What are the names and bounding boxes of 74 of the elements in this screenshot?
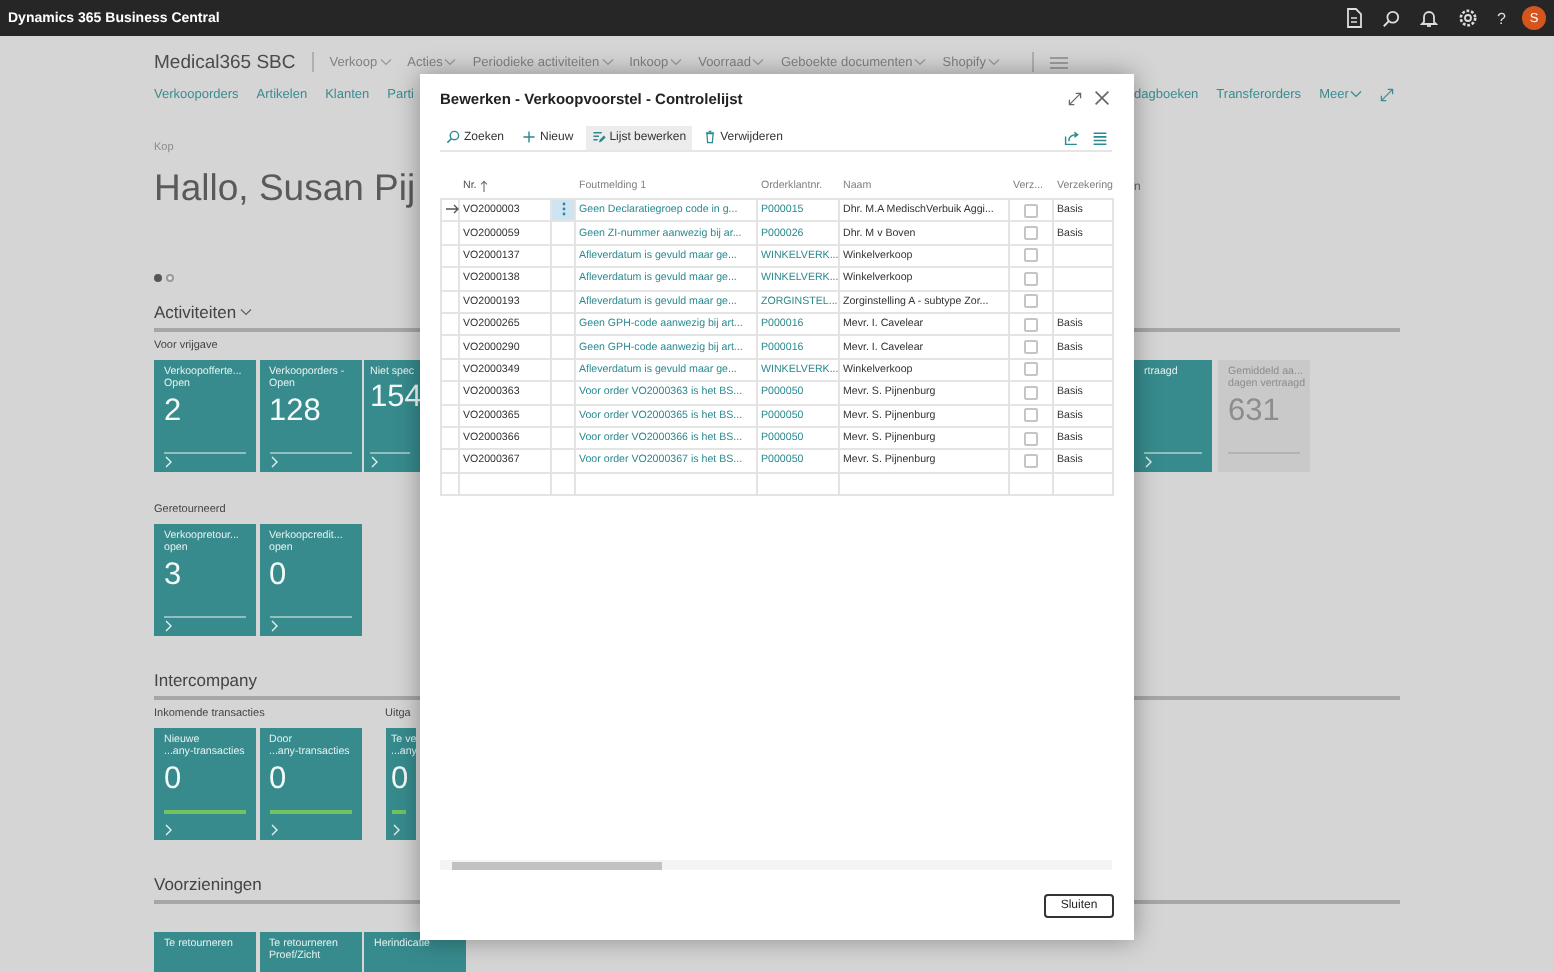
greeting: Hallo, Susan Pij [154, 164, 418, 212]
chevron-down-icon [752, 58, 765, 66]
checkbox[interactable] [1023, 226, 1037, 241]
share-icon[interactable] [1064, 129, 1080, 145]
chevron-right-icon [164, 456, 172, 468]
sort-ascending-icon [480, 179, 489, 191]
section-title: Intercompany [154, 670, 257, 690]
pager-dot[interactable] [154, 274, 162, 282]
checkbox[interactable] [1023, 248, 1037, 263]
help-button[interactable]: ? [1497, 9, 1506, 27]
list-icon[interactable] [1092, 129, 1108, 145]
tile-value: 631 [1228, 391, 1280, 432]
chevron-down-icon [240, 308, 253, 316]
horizontal-scrollbar[interactable] [440, 860, 1112, 870]
tile-value: 0 [164, 759, 182, 800]
chevron-right-icon [370, 456, 378, 468]
arrow-right-icon [445, 203, 459, 214]
chevron-down-icon [444, 58, 457, 66]
checkbox[interactable] [1023, 203, 1037, 218]
checkbox[interactable] [1023, 294, 1037, 309]
row-action-cell[interactable] [551, 290, 575, 313]
row-action-cell[interactable] [551, 381, 575, 405]
chevron-right-icon [1144, 456, 1152, 468]
chevron-right-icon [391, 824, 399, 836]
row-action-cell[interactable] [551, 244, 575, 268]
expand-icon[interactable] [1380, 87, 1395, 101]
chevron-right-icon [269, 824, 277, 836]
tile-value: 0 [269, 759, 287, 800]
chevron-down-icon [670, 58, 683, 66]
checkbox[interactable] [1023, 340, 1037, 355]
checkbox[interactable] [1023, 362, 1037, 377]
bell-icon[interactable] [1419, 8, 1438, 28]
document-icon[interactable] [1345, 8, 1362, 28]
checkbox[interactable] [1023, 385, 1037, 400]
settings-icon[interactable] [1457, 8, 1478, 28]
row-action-cell[interactable] [551, 358, 575, 382]
tile-value: 2 [164, 391, 182, 432]
company-name[interactable]: Medical365 SBC [154, 51, 296, 73]
row-action-cell[interactable] [551, 449, 575, 473]
row-action-cell[interactable] [551, 312, 575, 336]
chevron-down-icon [379, 58, 392, 66]
chevron-down-icon [914, 58, 927, 66]
tile-value: 0 [269, 555, 287, 596]
plus-icon [522, 130, 537, 144]
tile-value: 3 [164, 555, 182, 596]
close-icon[interactable] [1094, 90, 1110, 106]
edit-list-icon [591, 130, 606, 144]
trash-icon [704, 130, 717, 144]
chevron-right-icon [269, 456, 277, 468]
checkbox[interactable] [1023, 408, 1037, 423]
chevron-right-icon [269, 620, 277, 632]
search-icon[interactable] [1381, 9, 1400, 27]
row-action-cell[interactable] [551, 426, 575, 450]
chevron-down-icon [987, 58, 1000, 66]
tile-value: 128 [269, 391, 321, 432]
section-title[interactable]: Activiteiten [154, 302, 253, 322]
row-action-cell[interactable] [551, 199, 575, 222]
section-title: Voorzieningen [154, 874, 262, 894]
chevron-down-icon [1350, 90, 1363, 98]
checkbox[interactable] [1023, 317, 1037, 332]
pager-dot[interactable] [166, 274, 174, 282]
menu-icon[interactable] [1049, 55, 1068, 69]
row-action-cell[interactable] [551, 221, 575, 245]
row-action-cell[interactable] [551, 404, 575, 427]
checkbox[interactable] [1023, 271, 1037, 286]
chevron-down-icon [601, 58, 614, 66]
chevron-right-icon [164, 620, 172, 632]
row-action-cell[interactable] [551, 335, 575, 359]
row-action-cell[interactable] [551, 267, 575, 291]
expand-icon[interactable] [1068, 91, 1082, 105]
tile-value: 0 [391, 759, 409, 800]
chevron-right-icon [164, 824, 172, 836]
checkbox[interactable] [1023, 453, 1037, 468]
checkbox[interactable] [1023, 431, 1037, 446]
